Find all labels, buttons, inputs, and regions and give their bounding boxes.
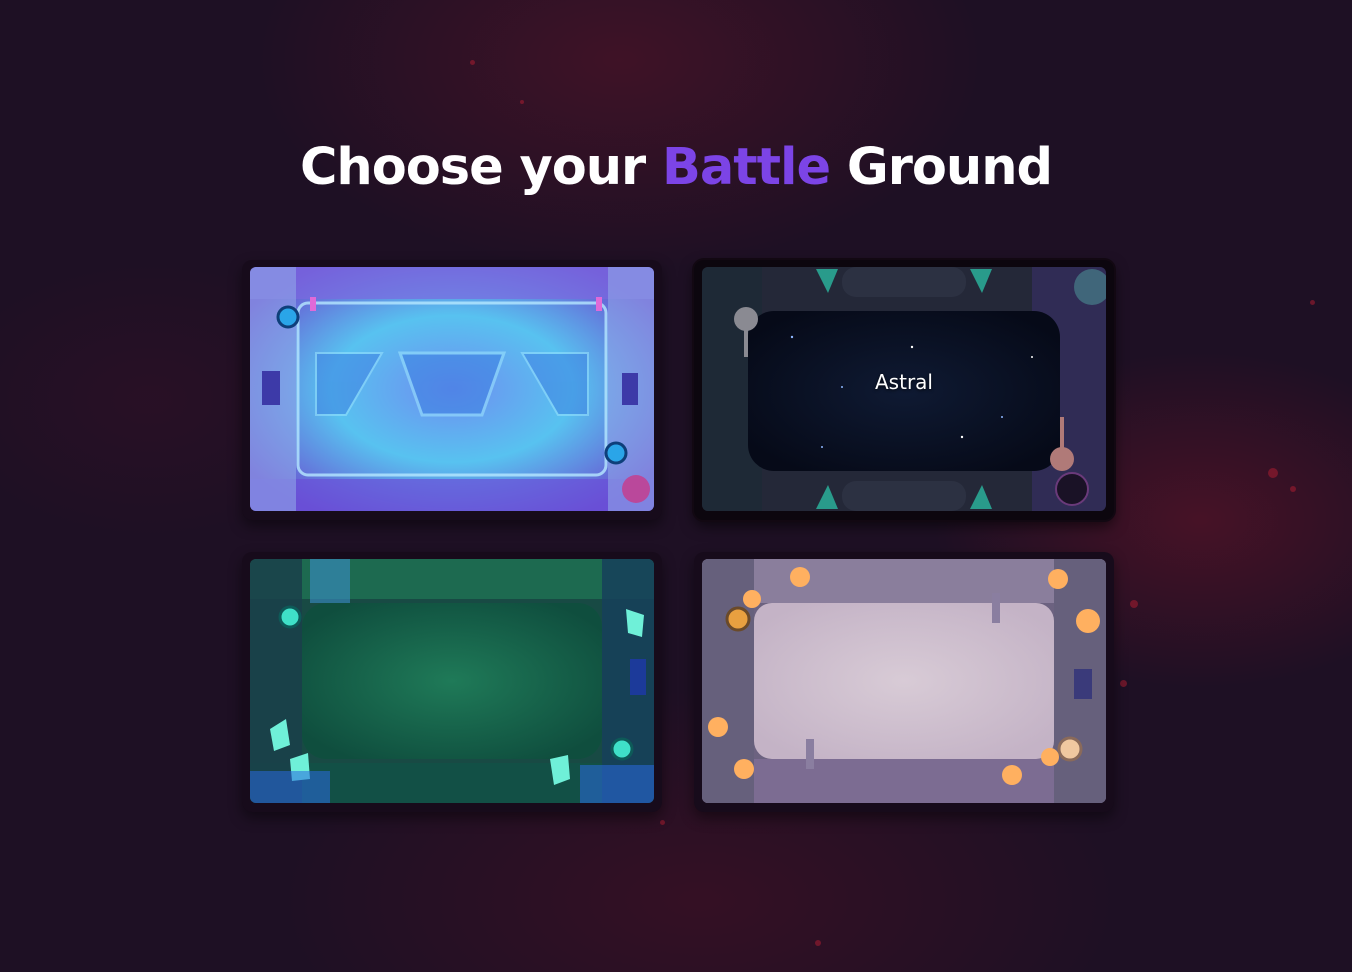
battleground-preview-neon [250, 267, 654, 511]
bg-speckle [1290, 486, 1296, 492]
battleground-card-neon[interactable] [242, 260, 662, 520]
bg-speckle [470, 60, 475, 65]
battleground-card-desert[interactable] [694, 552, 1114, 812]
title-part-2: Ground [846, 138, 1053, 197]
battleground-label-astral: Astral [875, 370, 933, 394]
bg-speckle [520, 100, 524, 104]
battleground-card-astral[interactable]: Astral [694, 260, 1114, 520]
battleground-preview-desert [702, 559, 1106, 803]
bg-speckle [1268, 468, 1278, 478]
title-part-1: Choose your [299, 138, 646, 197]
battleground-preview-jungle [250, 559, 654, 803]
page-title: Choose your Battle Ground [0, 138, 1352, 197]
bg-speckle [660, 820, 665, 825]
bg-speckle [1310, 300, 1315, 305]
bg-speckle [1130, 600, 1138, 608]
title-accent-word: Battle [661, 138, 831, 197]
battleground-card-jungle[interactable] [242, 552, 662, 812]
bg-speckle [815, 940, 821, 946]
bg-speckle [1120, 680, 1127, 687]
